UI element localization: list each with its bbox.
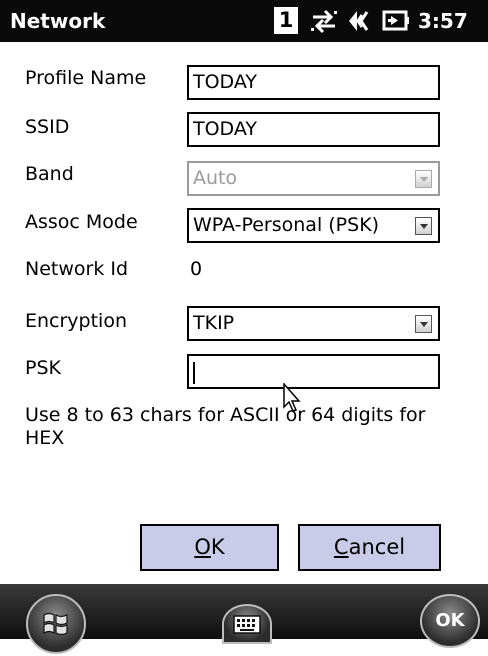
title-bar: Network 1 3:57 <box>0 0 488 42</box>
profile-name-label: Profile Name <box>25 67 147 89</box>
notification-count-badge[interactable]: 1 <box>274 7 298 34</box>
profile-name-value: TODAY <box>193 71 257 93</box>
clock-time[interactable]: 3:57 <box>418 9 468 33</box>
chevron-down-icon <box>415 170 432 188</box>
band-label: Band <box>25 163 74 185</box>
window-title: Network <box>10 9 106 33</box>
battery-charging-icon[interactable] <box>381 6 411 40</box>
assoc-mode-dropdown[interactable]: WPA-Personal (PSK) <box>187 208 440 243</box>
band-value: Auto <box>193 167 238 189</box>
assoc-mode-label: Assoc Mode <box>25 211 138 233</box>
chevron-down-icon[interactable] <box>415 315 432 333</box>
band-dropdown: Auto <box>187 161 440 196</box>
ok-hotkey-letter: O <box>194 535 211 559</box>
text-cursor <box>193 362 195 384</box>
encryption-value: TKIP <box>193 312 235 334</box>
psk-hint-text: Use 8 to 63 chars for ASCII or 64 digits… <box>25 404 426 449</box>
connectivity-arrows-icon[interactable] <box>309 6 339 40</box>
cancel-hotkey-letter: C <box>333 535 349 559</box>
network-id-value: 0 <box>190 258 203 280</box>
network-id-label: Network Id <box>25 258 129 280</box>
assoc-mode-value: WPA-Personal (PSK) <box>193 214 380 236</box>
keyboard-icon[interactable] <box>222 604 272 644</box>
ok-label-rest: K <box>210 535 225 559</box>
ssid-value: TODAY <box>193 118 257 140</box>
psk-label: PSK <box>25 357 61 379</box>
cancel-button[interactable]: Cancel <box>298 524 441 571</box>
ssid-label: SSID <box>25 116 70 138</box>
encryption-label: Encryption <box>25 310 128 332</box>
ok-button[interactable]: OK <box>140 524 279 571</box>
taskbar-ok-label: OK <box>435 610 465 631</box>
speaker-volume-icon[interactable] <box>345 6 375 40</box>
profile-name-input[interactable]: TODAY <box>187 65 440 100</box>
windows-start-icon[interactable] <box>26 594 86 654</box>
taskbar-ok-button[interactable]: OK <box>420 594 480 648</box>
cancel-label-rest: ancel <box>348 535 406 559</box>
psk-input[interactable] <box>187 354 440 389</box>
mouse-pointer-icon <box>283 382 303 417</box>
ssid-input[interactable]: TODAY <box>187 112 440 147</box>
encryption-dropdown[interactable]: TKIP <box>187 306 440 341</box>
chevron-down-icon[interactable] <box>415 217 432 235</box>
